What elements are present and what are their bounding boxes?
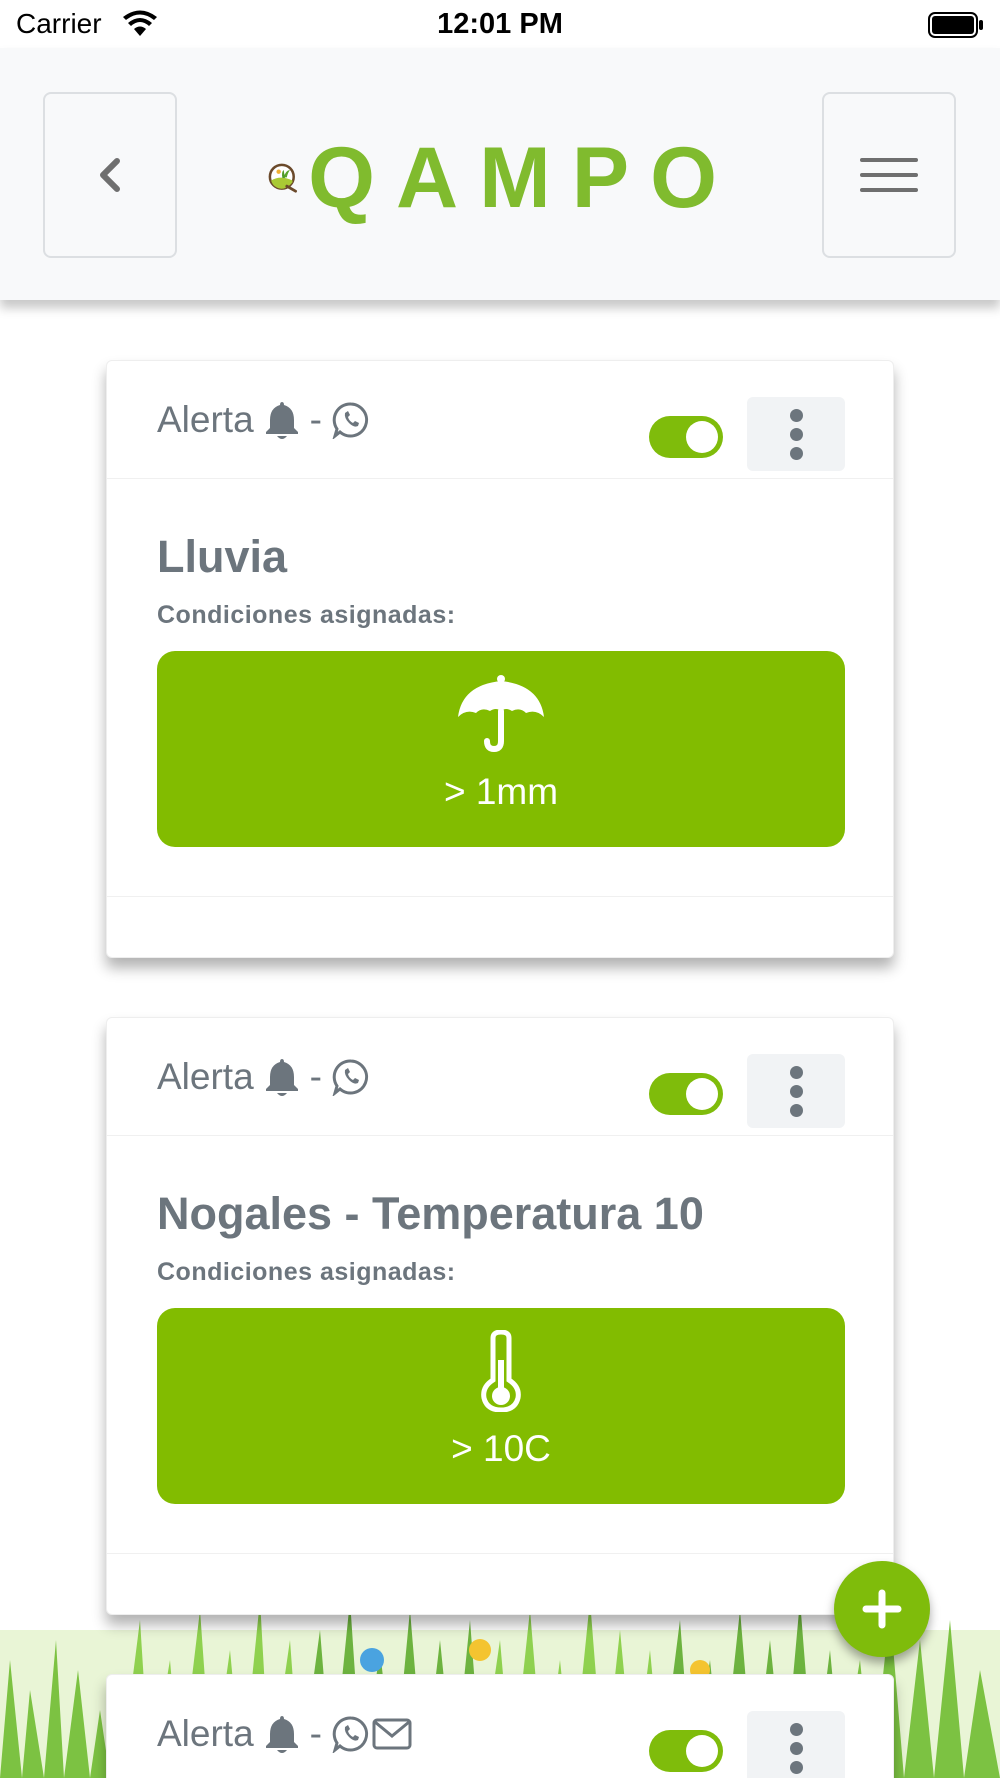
separator: - bbox=[309, 399, 322, 440]
card-header: Alerta - bbox=[107, 1018, 893, 1136]
thermometer-icon bbox=[481, 1330, 521, 1412]
more-options-button[interactable] bbox=[747, 1054, 845, 1128]
battery-icon bbox=[928, 12, 983, 38]
bell-icon bbox=[264, 1714, 300, 1754]
more-options-button[interactable] bbox=[747, 1711, 845, 1778]
add-alert-button[interactable] bbox=[834, 1561, 930, 1657]
conditions-label: Condiciones asignadas: bbox=[157, 601, 456, 629]
alert-title: Nogales - Temperatura 10 bbox=[157, 1188, 704, 1239]
condition-value: > 1mm bbox=[443, 771, 559, 812]
condition-tile[interactable]: > 1mm bbox=[157, 651, 845, 847]
alert-card: Alerta - Lluvia Condiciones asignadas: >… bbox=[106, 360, 894, 958]
plus-icon bbox=[862, 1589, 902, 1629]
umbrella-icon bbox=[458, 675, 544, 753]
alert-channels-title: Alerta - bbox=[157, 1713, 412, 1755]
card-footer bbox=[107, 897, 893, 957]
alert-enabled-toggle[interactable] bbox=[649, 1730, 723, 1772]
whatsapp-icon bbox=[332, 401, 370, 439]
bell-icon bbox=[264, 1057, 300, 1097]
card-header: Alerta - bbox=[107, 1675, 893, 1778]
chevron-left-icon bbox=[100, 158, 120, 192]
alert-enabled-toggle[interactable] bbox=[649, 1073, 723, 1115]
whatsapp-icon bbox=[332, 1715, 370, 1753]
alert-label: Alerta bbox=[157, 399, 254, 440]
whatsapp-icon bbox=[332, 1058, 370, 1096]
logo-wordmark: QAMPO bbox=[308, 130, 738, 226]
qampo-logo: QAMPO bbox=[268, 130, 738, 226]
alert-label: Alerta bbox=[157, 1056, 254, 1097]
alert-label: Alerta bbox=[157, 1713, 254, 1754]
back-button[interactable] bbox=[43, 92, 177, 258]
card-body: Lluvia Condiciones asignadas: > 1mm bbox=[107, 479, 893, 897]
condition-tile[interactable]: > 10C bbox=[157, 1308, 845, 1504]
envelope-icon bbox=[372, 1718, 412, 1750]
alert-channels-title: Alerta - bbox=[157, 1056, 370, 1098]
more-options-button[interactable] bbox=[747, 397, 845, 471]
conditions-label: Condiciones asignadas: bbox=[157, 1258, 456, 1286]
status-bar: Carrier 12:01 PM bbox=[0, 0, 1000, 48]
logo-emblem-icon bbox=[268, 163, 297, 193]
card-header: Alerta - bbox=[107, 361, 893, 479]
alert-enabled-toggle[interactable] bbox=[649, 416, 723, 458]
card-body: Nogales - Temperatura 10 Condiciones asi… bbox=[107, 1136, 893, 1554]
card-footer bbox=[107, 1554, 893, 1614]
separator: - bbox=[309, 1713, 322, 1754]
top-navbar: QAMPO bbox=[0, 48, 1000, 300]
clock: 12:01 PM bbox=[437, 8, 563, 40]
alert-card: Alerta - Nogales - Temperatura 10 Condic… bbox=[106, 1017, 894, 1615]
menu-button[interactable] bbox=[822, 92, 956, 258]
alert-card: Alerta - bbox=[106, 1674, 894, 1778]
hamburger-icon bbox=[860, 147, 918, 203]
alert-title: Lluvia bbox=[157, 531, 288, 582]
alert-channels-title: Alerta - bbox=[157, 399, 370, 441]
bell-icon bbox=[264, 400, 300, 440]
condition-value: > 10C bbox=[451, 1428, 551, 1469]
separator: - bbox=[309, 1056, 322, 1097]
